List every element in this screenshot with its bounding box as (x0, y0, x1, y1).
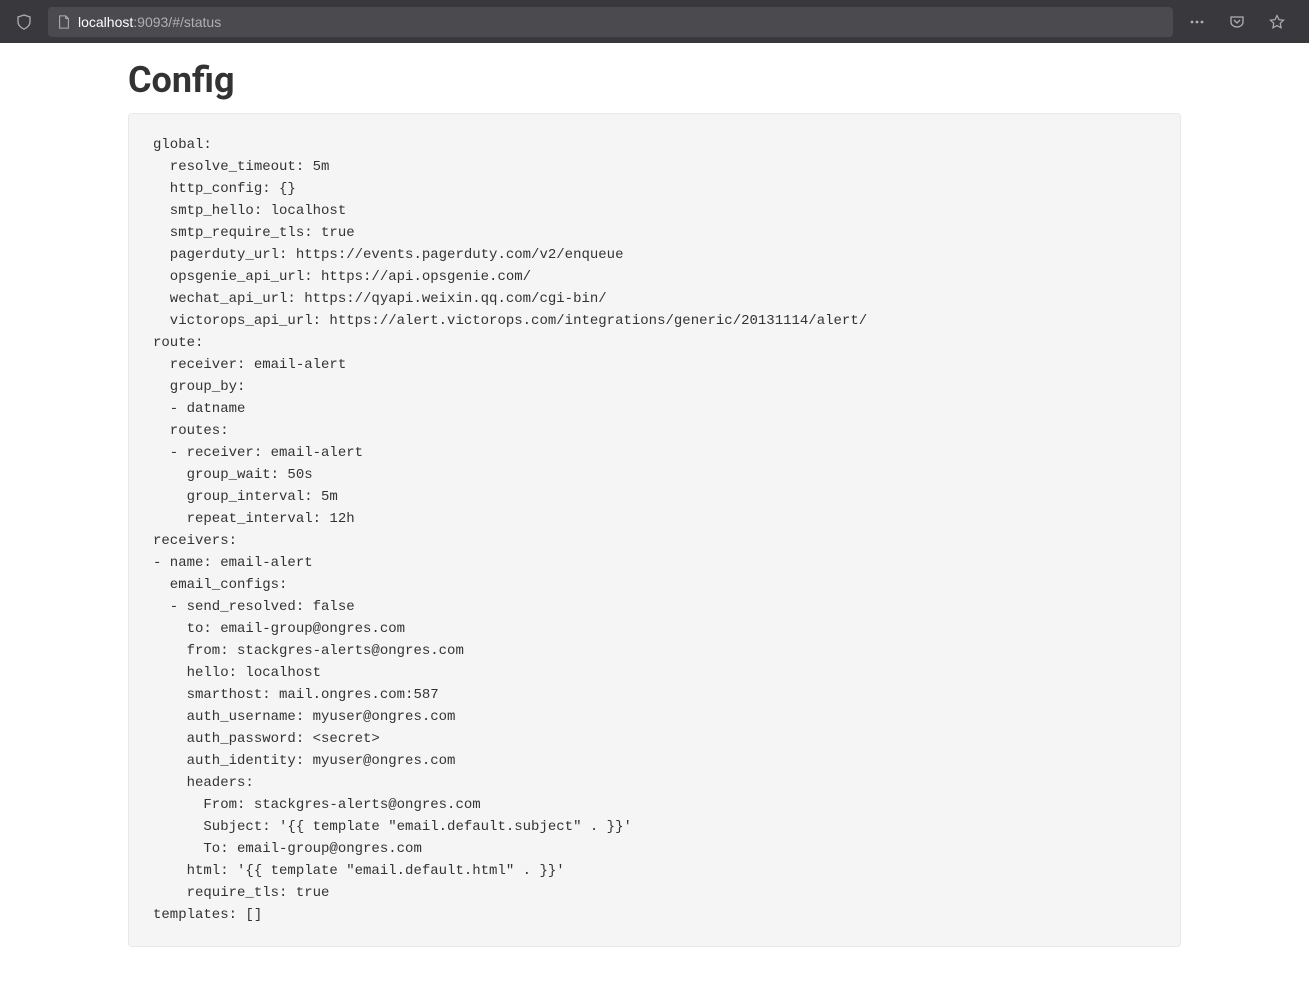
toolbar-right (1183, 14, 1299, 30)
browser-toolbar: localhost:9093/#/status (0, 3, 1309, 40)
shield-icon[interactable] (16, 14, 32, 30)
url-text: localhost:9093/#/status (78, 14, 221, 30)
pocket-icon[interactable] (1229, 14, 1245, 30)
more-icon[interactable] (1189, 14, 1205, 30)
page-content: Config global: resolve_timeout: 5m http_… (0, 43, 1309, 987)
config-yaml-block: global: resolve_timeout: 5m http_config:… (128, 113, 1181, 947)
address-bar[interactable]: localhost:9093/#/status (48, 7, 1173, 37)
url-path: :9093/#/status (133, 14, 221, 30)
bookmark-star-icon[interactable] (1269, 14, 1285, 30)
page-title: Config (128, 59, 1181, 101)
page-icon (56, 14, 72, 30)
url-host: localhost (78, 14, 133, 30)
browser-chrome: localhost:9093/#/status (0, 0, 1309, 43)
